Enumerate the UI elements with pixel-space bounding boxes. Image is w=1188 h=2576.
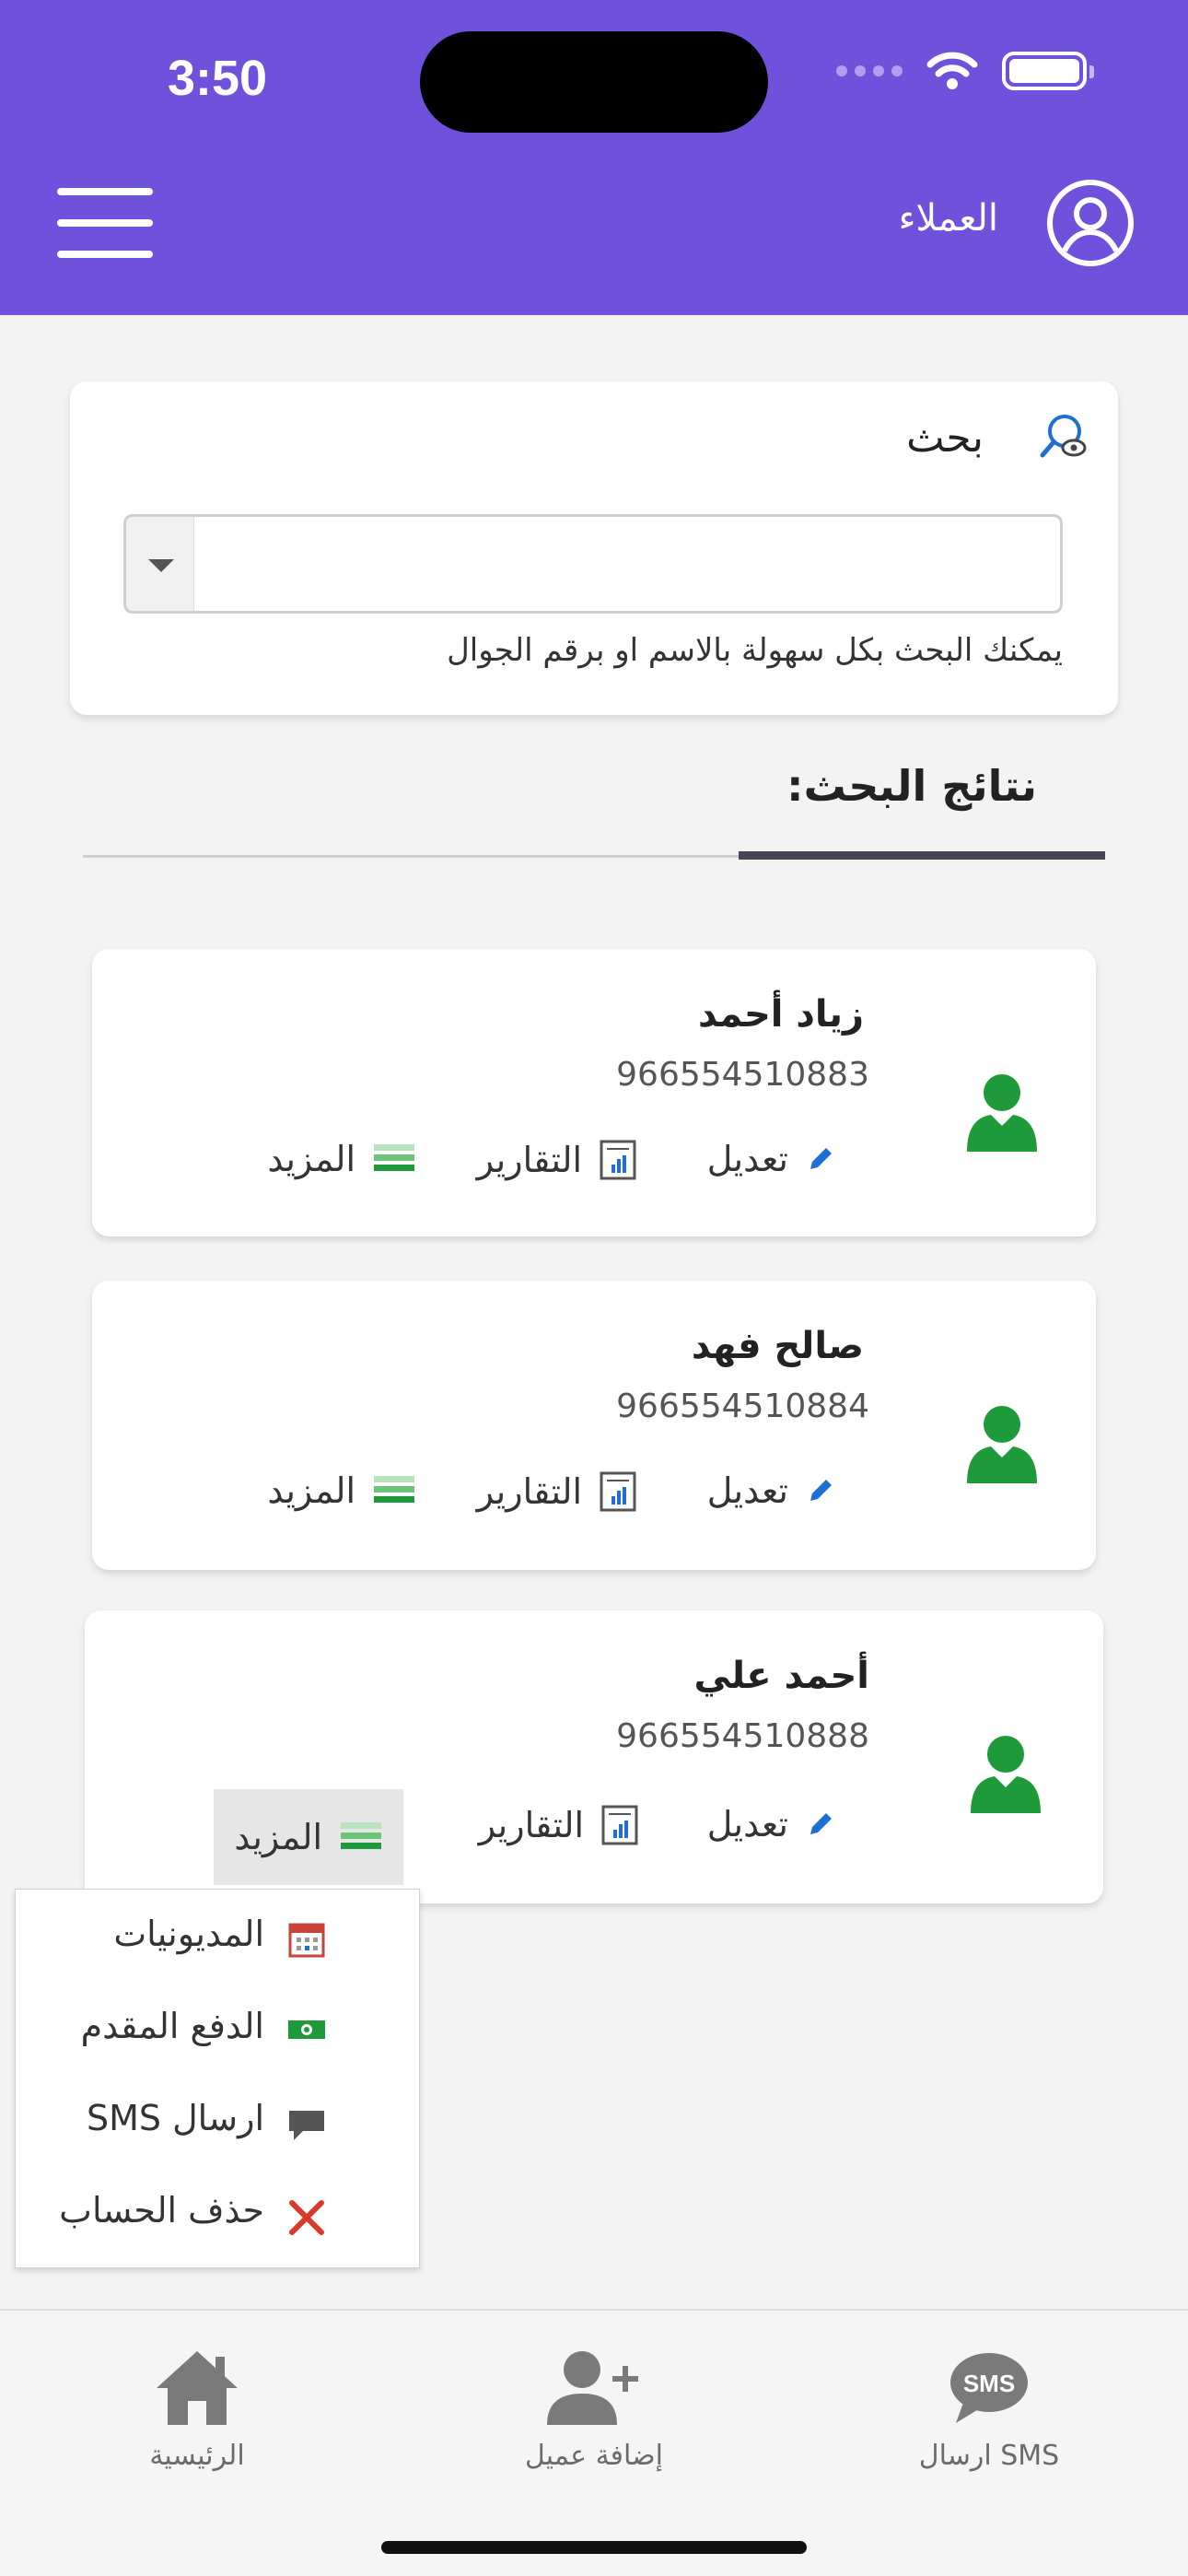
hamburger-line [57,219,153,227]
more-label: المزيد [234,1817,322,1857]
profile-icon[interactable] [1046,179,1135,267]
bottom-tab-bar: الرئيسية إضافة عميل SMS ارسال SMS [0,2309,1188,2576]
client-name: زياد أحمد [698,993,864,1036]
results-title: نتائج البحث: [786,761,1037,811]
results-divider [83,855,740,858]
menu-item-label: المديونيات [113,1914,264,1954]
signal-icon [836,65,903,76]
tab-add-client[interactable]: إضافة عميل [447,2348,741,2472]
menu-item-delete-account[interactable]: حذف الحساب [16,2166,421,2258]
search-box [123,514,1063,614]
sms-badge-text: SMS [963,2370,1015,2397]
tab-label: إضافة عميل [525,2440,663,2472]
client-phone: 966554510883 [616,1056,869,1094]
more-icon [374,1144,414,1171]
search-input[interactable] [196,517,1058,611]
more-dropdown-menu: المديونيات الدفع المقدم ارسال SMS حذف ال… [15,1889,420,2268]
tab-label: الرئيسية [149,2440,245,2472]
edit-label: تعديل [706,1470,788,1511]
more-button[interactable]: المزيد [267,1139,416,1179]
menu-item-label: حذف الحساب [59,2190,264,2231]
report-icon [601,1805,638,1845]
more-button[interactable]: المزيد [214,1789,403,1885]
report-icon [600,1471,636,1512]
more-label: المزيد [267,1470,355,1511]
search-title: بحث [906,415,984,462]
more-icon [374,1476,414,1503]
edit-button[interactable]: تعديل [707,1139,836,1179]
search-icon [1040,415,1087,458]
results-tab-indicator [739,851,1105,860]
user-icon [967,1074,1037,1152]
wifi-icon [926,52,978,89]
more-label: المزيد [267,1139,355,1179]
search-card: بحث يمكنك البحث بكل سهولة بالاسم او برقم… [70,381,1118,715]
pencil-icon [810,1480,832,1501]
tab-send-sms[interactable]: SMS ارسال SMS [842,2348,1136,2472]
sms-icon: SMS [950,2353,1028,2423]
cash-icon [288,2020,325,2039]
delete-icon [289,2200,324,2235]
menu-item-label: ارسال SMS [86,2098,264,2138]
reports-button[interactable]: التقارير [477,1139,637,1181]
hamburger-line [57,188,153,195]
edit-button[interactable]: تعديل [707,1470,836,1511]
reports-label: التقارير [476,1140,582,1180]
dropdown-toggle-button[interactable] [126,517,194,611]
client-card[interactable]: أحمد علي 966554510888 تعديل التقارير الم… [85,1610,1103,1903]
app-header: 3:50 العملاء [0,0,1188,315]
dynamic-island [420,31,768,133]
menu-item-label: الدفع المقدم [80,2006,264,2046]
reports-label: التقارير [478,1805,584,1845]
more-icon [341,1822,381,1849]
home-icon [157,2351,238,2425]
menu-item-send-sms[interactable]: ارسال SMS [16,2074,421,2166]
page-title: العملاء [898,197,998,240]
edit-button[interactable]: تعديل [707,1804,836,1844]
add-user-icon [547,2351,638,2425]
client-card[interactable]: صالح فهد 966554510884 تعديل التقارير الم… [92,1281,1096,1570]
client-name: أحمد علي [693,1655,869,1697]
user-icon [967,1406,1037,1483]
reports-button[interactable]: التقارير [477,1470,637,1513]
search-hint: يمكنك البحث بكل سهولة بالاسم او برقم الج… [447,632,1063,669]
status-icons [836,52,1094,90]
edit-label: تعديل [706,1804,788,1844]
calendar-icon [288,1923,325,1958]
more-button[interactable]: المزيد [267,1470,416,1511]
reports-button[interactable]: التقارير [479,1804,639,1846]
tab-home[interactable]: الرئيسية [50,2348,344,2472]
client-name: صالح فهد [691,1325,864,1367]
pencil-icon [810,1813,832,1834]
reports-label: التقارير [476,1471,582,1512]
pencil-icon [810,1148,832,1169]
hamburger-line [57,251,153,258]
user-icon [971,1736,1041,1813]
battery-icon [1002,52,1094,90]
client-phone: 966554510884 [616,1388,869,1425]
client-card[interactable]: زياد أحمد 966554510883 تعديل التقارير ال… [92,949,1096,1236]
menu-item-prepayment[interactable]: الدفع المقدم [16,1982,421,2074]
status-time: 3:50 [168,51,268,106]
report-icon [600,1140,636,1180]
menu-item-debts[interactable]: المديونيات [16,1890,421,1982]
home-indicator [381,2541,807,2554]
client-phone: 966554510888 [616,1717,869,1755]
tab-label: ارسال SMS [918,2440,1060,2472]
edit-label: تعديل [706,1139,788,1179]
menu-button[interactable] [57,188,153,258]
message-icon [289,2111,324,2140]
